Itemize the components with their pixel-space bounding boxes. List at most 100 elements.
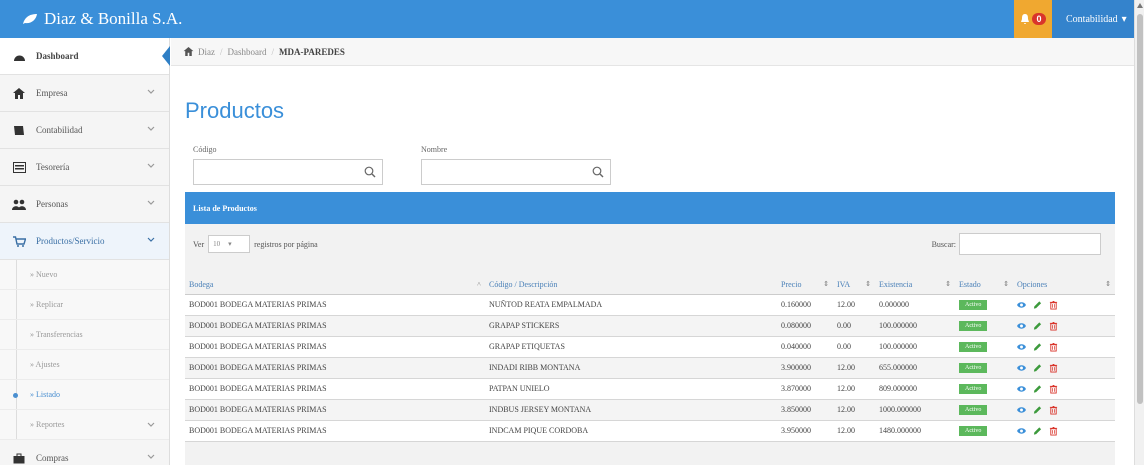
edit-icon[interactable] [1033, 405, 1042, 414]
breadcrumb-separator: / [271, 46, 275, 57]
cell-iva: 0.00 [833, 315, 875, 337]
cell-bodega: BOD001 BODEGA MATERIAS PRIMAS [185, 378, 485, 400]
column-header-precio[interactable]: Precio ⇕ [777, 276, 833, 295]
table-row[interactable]: BOD001 BODEGA MATERIAS PRIMAS INDCAM PIQU… [185, 420, 1115, 442]
edit-icon[interactable] [1033, 363, 1042, 372]
delete-icon[interactable] [1049, 363, 1058, 373]
submenu-item-listado[interactable]: » Listado [0, 380, 169, 410]
status-badge: Activo [959, 321, 988, 331]
sidebar-item-dashboard[interactable]: Dashboard [0, 38, 170, 75]
submenu-item-reportes[interactable]: » Reportes [0, 410, 169, 440]
delete-icon[interactable] [1049, 342, 1058, 352]
cell-bodega: BOD001 BODEGA MATERIAS PRIMAS [185, 294, 485, 316]
view-icon[interactable] [1017, 405, 1026, 414]
cell-bodega: BOD001 BODEGA MATERIAS PRIMAS [185, 315, 485, 337]
table-row[interactable]: BOD001 BODEGA MATERIAS PRIMAS INDBUS JERS… [185, 399, 1115, 421]
column-header-label: Opciones [1017, 280, 1048, 290]
name-filter-input[interactable] [421, 159, 611, 185]
submenu-item-ajustes[interactable]: » Ajustes [0, 350, 169, 380]
table-row[interactable]: BOD001 BODEGA MATERIAS PRIMAS NUÑTOD REAT… [185, 294, 1115, 316]
table-row[interactable]: BOD001 BODEGA MATERIAS PRIMAS PATPAN UNIE… [185, 378, 1115, 400]
delete-icon[interactable] [1049, 426, 1058, 436]
sidebar-item-tesoreria[interactable]: Tesorería [0, 149, 169, 186]
notifications-button[interactable]: 0 [1014, 0, 1052, 38]
cell-iva: 12.00 [833, 294, 875, 316]
breadcrumb-dashboard[interactable]: Dashboard [228, 47, 267, 57]
table-row[interactable]: BOD001 BODEGA MATERIAS PRIMAS INDADI RIBB… [185, 357, 1115, 379]
edit-icon[interactable] [1033, 321, 1042, 330]
table-header-row: Bodega ˄ Código / Descripción Precio ⇕ IVA… [185, 276, 1115, 295]
table-search-input[interactable] [959, 233, 1101, 255]
search-icon [592, 166, 604, 178]
delete-icon[interactable] [1049, 405, 1058, 415]
caret-down-icon: ▾ [228, 240, 232, 248]
page-length-control: Ver 10 ▾ registros por página [193, 235, 318, 253]
column-header-bodega[interactable]: Bodega ˄ [185, 276, 485, 295]
column-header-codigo[interactable]: Código / Descripción [485, 276, 777, 295]
book-icon [12, 123, 26, 137]
view-icon[interactable] [1017, 321, 1026, 330]
cell-precio: 0.080000 [777, 315, 833, 337]
edit-icon[interactable] [1033, 384, 1042, 393]
chevron-down-icon [147, 163, 155, 168]
caret-down-icon: ▾ [1121, 13, 1127, 25]
sidebar-item-compras[interactable]: Compras [0, 440, 169, 465]
submenu-item-nuevo[interactable]: » Nuevo [0, 260, 169, 290]
status-badge: Activo [959, 300, 988, 310]
scrollbar-thumb[interactable] [1137, 14, 1143, 404]
submenu-item-label: » Reportes [30, 420, 65, 429]
column-header-label: IVA [837, 280, 851, 290]
edit-icon[interactable] [1033, 342, 1042, 351]
view-icon[interactable] [1017, 342, 1026, 351]
delete-icon[interactable] [1049, 300, 1058, 310]
column-header-label: Código / Descripción [489, 280, 558, 290]
cell-precio: 0.040000 [777, 336, 833, 358]
submenu-item-replicar[interactable]: » Replicar [0, 290, 169, 320]
column-header-iva[interactable]: IVA ⇕ [833, 276, 875, 295]
column-header-estado[interactable]: Estado ⇕ [955, 276, 1013, 295]
cell-existencia: 100.000000 [875, 315, 955, 337]
page-length-select[interactable]: 10 ▾ [208, 235, 251, 253]
code-filter-input[interactable] [193, 159, 383, 185]
sidebar-item-productos[interactable]: Productos/Servicio [0, 223, 169, 260]
bell-icon [1021, 13, 1030, 24]
edit-icon[interactable] [1033, 426, 1042, 435]
products-table: Bodega ˄ Código / Descripción Precio ⇕ IVA… [185, 276, 1115, 442]
scroll-up-arrow[interactable] [1137, 3, 1143, 8]
brand[interactable]: Diaz & Bonilla S.A. [0, 9, 200, 29]
sort-icon: ⇕ [865, 280, 871, 288]
breadcrumb-home[interactable]: Diaz [198, 47, 215, 57]
cell-estado: Activo [955, 357, 1013, 379]
table-row[interactable]: BOD001 BODEGA MATERIAS PRIMAS GRAPAP ETIQ… [185, 336, 1115, 358]
cell-precio: 3.900000 [777, 357, 833, 379]
delete-icon[interactable] [1049, 384, 1058, 394]
column-header-label: Estado [959, 280, 981, 290]
view-icon[interactable] [1017, 300, 1026, 309]
edit-icon[interactable] [1033, 300, 1042, 309]
chevron-down-icon [147, 237, 155, 242]
sidebar-item-personas[interactable]: Personas [0, 186, 169, 223]
code-filter: Código [193, 145, 383, 185]
view-icon[interactable] [1017, 426, 1026, 435]
sidebar-item-label: Personas [36, 199, 68, 209]
cell-existencia: 655.000000 [875, 357, 955, 379]
column-header-label: Precio [781, 280, 802, 290]
sidebar-item-contabilidad[interactable]: Contabilidad [0, 112, 169, 149]
users-icon [12, 197, 26, 211]
column-header-opciones[interactable]: Opciones ⇕ [1013, 276, 1115, 295]
table-row[interactable]: BOD001 BODEGA MATERIAS PRIMAS GRAPAP STIC… [185, 315, 1115, 337]
view-icon[interactable] [1017, 384, 1026, 393]
column-header-existencia[interactable]: Existencia ⇕ [875, 276, 955, 295]
delete-icon[interactable] [1049, 321, 1058, 331]
submenu-item-transferencias[interactable]: » Transferencias [0, 320, 169, 350]
user-menu-label: Contabilidad [1066, 13, 1118, 25]
sidebar-item-label: Dashboard [36, 51, 79, 61]
leaf-icon [23, 14, 37, 24]
user-menu[interactable]: Contabilidad ▾ [1052, 0, 1134, 38]
sidebar-item-label: Tesorería [36, 162, 70, 172]
column-header-label: Bodega [189, 280, 214, 290]
view-icon[interactable] [1017, 363, 1026, 372]
cell-codigo: PATPAN UNIELO [485, 378, 777, 400]
sidebar-item-empresa[interactable]: Empresa [0, 75, 169, 112]
page-scrollbar[interactable] [1134, 0, 1144, 465]
